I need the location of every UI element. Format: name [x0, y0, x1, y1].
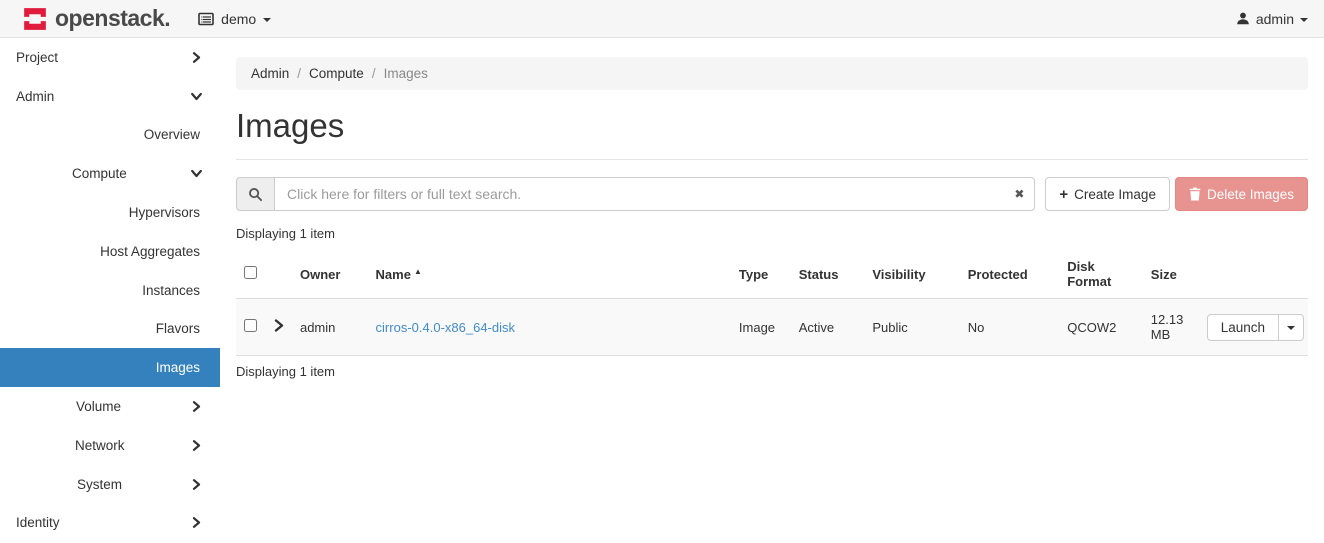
breadcrumb-images: Images — [383, 66, 428, 81]
row-expander-chevron-icon[interactable] — [274, 319, 284, 332]
breadcrumb-separator: / — [297, 66, 302, 81]
chevron-right-icon — [191, 478, 202, 490]
user-menu-dropdown[interactable]: admin — [1236, 11, 1308, 27]
sidebar-item-project[interactable]: Project — [0, 38, 220, 77]
launch-button[interactable]: Launch — [1206, 313, 1279, 341]
caret-down-icon — [263, 17, 272, 22]
sidebar-item-hypervisors[interactable]: Hypervisors — [0, 193, 220, 232]
cell-size: 12.13 MB — [1150, 312, 1184, 342]
project-switcher-dropdown[interactable]: demo — [198, 10, 272, 27]
chevron-right-icon — [191, 517, 202, 529]
caret-down-icon — [1287, 326, 1295, 330]
search-icon — [236, 177, 274, 211]
column-header-name[interactable]: Name ▲ — [368, 250, 731, 299]
chevron-right-icon — [191, 51, 202, 63]
page-title: Images — [236, 107, 345, 144]
main-content: Admin / Compute / Images Images ✖ + — [220, 38, 1324, 543]
user-icon — [1236, 11, 1250, 26]
sidebar-item-overview[interactable]: Overview — [0, 116, 220, 155]
create-image-button[interactable]: + Create Image — [1045, 177, 1170, 211]
sidebar-nav: Project Admin Overview Compute Hyperviso… — [0, 38, 220, 543]
sidebar-item-network[interactable]: Network — [0, 426, 220, 465]
sidebar-item-compute[interactable]: Compute — [0, 154, 220, 193]
images-table: Owner Name ▲ Type Status Visibility Prote… — [236, 250, 1308, 356]
cell-protected: No — [967, 319, 985, 335]
sidebar-item-admin[interactable]: Admin — [0, 77, 220, 116]
table-header-row: Owner Name ▲ Type Status Visibility Prote… — [236, 250, 1308, 299]
item-count-top: Displaying 1 item — [236, 226, 335, 241]
breadcrumb-admin: Admin — [251, 66, 290, 81]
chevron-down-icon — [191, 168, 202, 179]
openstack-logo-icon — [22, 6, 48, 32]
divider — [236, 159, 1308, 160]
caret-down-icon — [1300, 17, 1308, 22]
trash-icon — [1189, 187, 1201, 201]
filter-input-group: ✖ — [236, 177, 1036, 211]
sidebar-item-instances[interactable]: Instances — [0, 271, 220, 310]
row-actions-dropdown-button[interactable] — [1278, 313, 1304, 341]
row-actions: Launch — [1206, 313, 1304, 341]
column-header-type[interactable]: Type — [731, 250, 791, 299]
brand-wordmark: openstack. — [55, 5, 171, 31]
breadcrumb-compute: Compute — [309, 66, 364, 81]
column-header-status[interactable]: Status — [791, 250, 865, 299]
column-header-visibility[interactable]: Visibility — [864, 250, 959, 299]
sidebar-item-volume[interactable]: Volume — [0, 387, 220, 426]
filter-search-input[interactable] — [274, 177, 1036, 211]
column-header-owner[interactable]: Owner — [292, 250, 368, 299]
item-count-bottom: Displaying 1 item — [236, 364, 335, 379]
cell-owner: admin — [299, 319, 336, 335]
clear-filter-icon[interactable]: ✖ — [1014, 188, 1024, 200]
column-header-size[interactable]: Size — [1143, 250, 1199, 299]
breadcrumb-separator: / — [371, 66, 376, 81]
cell-disk-format: QCOW2 — [1067, 319, 1117, 335]
chevron-right-icon — [191, 439, 202, 451]
breadcrumb: Admin / Compute / Images — [236, 57, 1308, 90]
openstack-brand-link[interactable]: openstack. — [22, 5, 171, 32]
topbar: openstack. demo admin — [0, 0, 1324, 38]
sidebar-item-images[interactable]: Images — [0, 348, 220, 388]
project-list-icon — [198, 12, 214, 26]
table-row: admin cirros-0.4.0-x86_64-disk Image Act… — [236, 298, 1308, 356]
column-header-disk-format[interactable]: Disk Format — [1059, 250, 1143, 299]
plus-icon: + — [1059, 185, 1069, 203]
image-name-link[interactable]: cirros-0.4.0-x86_64-disk — [376, 320, 515, 335]
sidebar-item-flavors[interactable]: Flavors — [0, 310, 220, 349]
row-checkbox[interactable] — [244, 319, 257, 332]
sidebar-item-system[interactable]: System — [0, 465, 220, 504]
chevron-down-icon — [191, 91, 202, 102]
select-all-checkbox[interactable] — [244, 266, 257, 279]
column-header-protected[interactable]: Protected — [960, 250, 1059, 299]
sort-ascending-icon: ▲ — [413, 266, 422, 276]
cell-type: Image — [738, 319, 776, 335]
project-switcher-label: demo — [221, 10, 257, 27]
cell-visibility: Public — [872, 319, 908, 335]
sidebar-item-identity[interactable]: Identity — [0, 504, 220, 543]
delete-images-button[interactable]: Delete Images — [1174, 177, 1308, 211]
chevron-right-icon — [191, 401, 202, 412]
user-menu-label: admin — [1255, 10, 1294, 27]
sidebar-item-host-aggregates[interactable]: Host Aggregates — [0, 232, 220, 271]
cell-status: Active — [798, 319, 835, 335]
